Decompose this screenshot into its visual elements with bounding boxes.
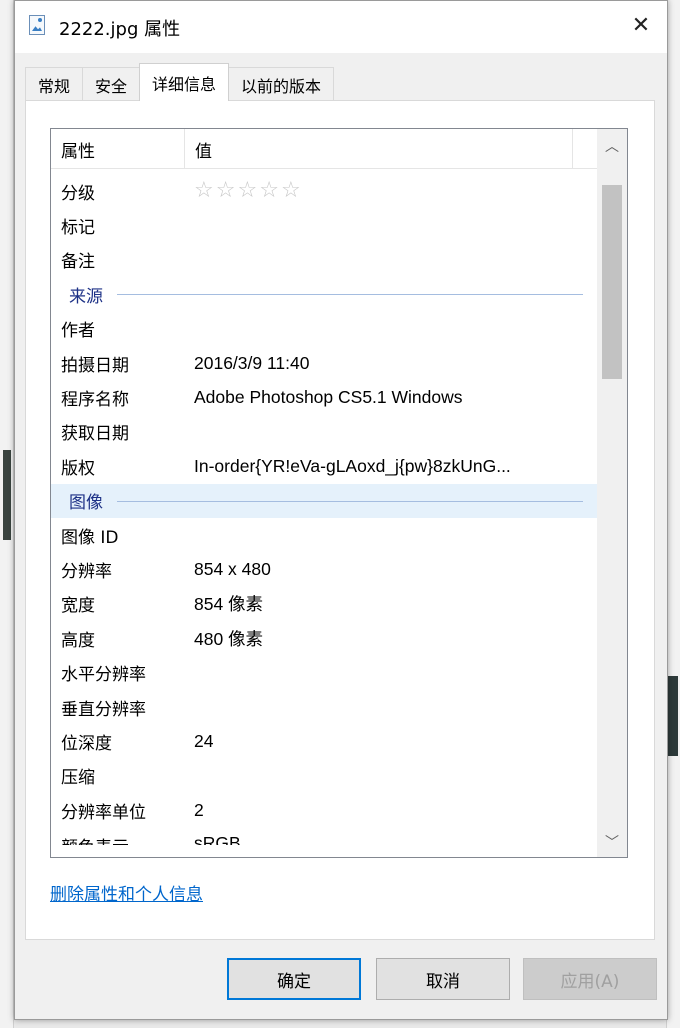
property-value[interactable]: 24: [194, 731, 213, 752]
star-icon[interactable]: ☆: [216, 180, 236, 202]
property-row[interactable]: 分辨率单位 2: [51, 793, 599, 827]
column-header-property[interactable]: 属性: [51, 129, 185, 169]
property-name: 拍摄日期: [61, 355, 129, 376]
property-name: 标记: [61, 218, 95, 239]
property-name: 分级: [61, 183, 95, 204]
property-name: 颜色表示: [61, 833, 129, 845]
property-name: 版权: [61, 458, 95, 479]
property-value[interactable]: sRGB: [194, 833, 241, 845]
property-name: 分辨率: [61, 561, 112, 582]
property-list[interactable]: 属性 值 分级 ☆ ☆ ☆ ☆ ☆ 标记 备注 来源 作者 拍摄日期 2016/3/9 11:40 程序…: [50, 128, 628, 858]
property-name: 图像 ID: [61, 527, 119, 548]
close-button[interactable]: ✕: [615, 1, 667, 49]
scroll-down-arrow-icon[interactable]: ﹀: [597, 827, 627, 857]
property-row[interactable]: 程序名称 Adobe Photoshop CS5.1 Windows: [51, 380, 599, 414]
cancel-button[interactable]: 取消: [376, 958, 510, 1000]
remove-properties-link[interactable]: 删除属性和个人信息: [50, 880, 203, 905]
property-value[interactable]: 854 像素: [194, 591, 263, 616]
property-row[interactable]: 高度 480 像素: [51, 621, 599, 655]
property-value[interactable]: 480 像素: [194, 626, 263, 651]
tab-general[interactable]: 常规: [25, 67, 84, 101]
window-title: 2222.jpg 属性: [59, 19, 181, 40]
property-row[interactable]: 拍摄日期 2016/3/9 11:40: [51, 346, 599, 380]
scrollbar-thumb[interactable]: [602, 185, 622, 379]
tab-security[interactable]: 安全: [82, 67, 141, 101]
star-icon[interactable]: ☆: [281, 180, 301, 202]
property-value[interactable]: Adobe Photoshop CS5.1 Windows: [194, 387, 463, 408]
property-name: 压缩: [61, 768, 95, 789]
ok-button[interactable]: 确定: [227, 958, 361, 1000]
group-divider: [117, 294, 583, 296]
property-value[interactable]: 2016/3/9 11:40: [194, 353, 309, 374]
property-row[interactable]: 分辨率 854 x 480: [51, 552, 599, 586]
star-icon[interactable]: ☆: [194, 180, 214, 202]
property-name: 位深度: [61, 733, 112, 754]
property-value[interactable]: In-order{YR!eVa-gLAoxd_j{pw}8zkUnG...: [194, 456, 511, 477]
group-name: 来源: [69, 286, 103, 307]
tab-details[interactable]: 详细信息: [139, 63, 230, 101]
property-row[interactable]: 版权 In-order{YR!eVa-gLAoxd_j{pw}8zkUnG...: [51, 449, 599, 483]
tab-previous-versions[interactable]: 以前的版本: [228, 67, 335, 101]
property-row[interactable]: 标记: [51, 208, 599, 242]
property-name: 作者: [61, 321, 95, 342]
list-header: 属性 值: [51, 129, 599, 169]
properties-dialog: 2222.jpg 属性 ✕ 常规 安全 详细信息 以前的版本 属性 值 分级 ☆ ☆…: [14, 0, 668, 1020]
property-name: 宽度: [61, 596, 95, 617]
property-value[interactable]: 2: [194, 800, 204, 821]
property-rows: 分级 ☆ ☆ ☆ ☆ ☆ 标记 备注 来源 作者 拍摄日期 2016/3/9 11:40 程序名称 Ado…: [51, 174, 599, 845]
background-thumbnail: [668, 676, 678, 756]
property-name: 备注: [61, 252, 95, 273]
tab-strip: 常规 安全 详细信息 以前的版本: [25, 63, 335, 101]
property-value[interactable]: 854 x 480: [194, 559, 271, 580]
apply-button[interactable]: 应用(A): [523, 958, 657, 1000]
property-name: 分辨率单位: [61, 802, 146, 823]
title-bar[interactable]: 2222.jpg 属性 ✕: [15, 1, 667, 53]
property-row[interactable]: 备注: [51, 243, 599, 277]
group-divider: [117, 500, 583, 502]
property-row[interactable]: 宽度 854 像素: [51, 587, 599, 621]
property-name: 获取日期: [61, 424, 129, 445]
group-header-row[interactable]: 图像: [51, 483, 599, 518]
close-icon: ✕: [631, 12, 651, 38]
group-name: 图像: [69, 493, 103, 514]
property-name: 垂直分辨率: [61, 699, 146, 720]
property-row[interactable]: 分级 ☆ ☆ ☆ ☆ ☆: [51, 174, 599, 208]
star-icon[interactable]: ☆: [259, 180, 279, 202]
column-header-value[interactable]: 值: [185, 129, 573, 169]
details-page: 属性 值 分级 ☆ ☆ ☆ ☆ ☆ 标记 备注 来源 作者 拍摄日期 2016/3/9 11:40 程序…: [25, 100, 655, 940]
property-name: 高度: [61, 630, 95, 651]
property-row[interactable]: 作者: [51, 312, 599, 346]
property-name: 水平分辨率: [61, 665, 146, 686]
background-window-right: [666, 0, 680, 1028]
group-header-row[interactable]: 来源: [51, 277, 599, 311]
property-row[interactable]: 压缩: [51, 759, 599, 793]
property-row[interactable]: 颜色表示 sRGB: [51, 827, 599, 845]
background-thumbnail: [3, 450, 11, 540]
vertical-scrollbar[interactable]: ︿ ﹀: [597, 129, 627, 857]
property-row[interactable]: 图像 ID: [51, 518, 599, 552]
property-name: 程序名称: [61, 390, 129, 411]
property-row[interactable]: 获取日期: [51, 415, 599, 449]
property-row[interactable]: 垂直分辨率: [51, 690, 599, 724]
property-row[interactable]: 水平分辨率: [51, 655, 599, 689]
star-icon[interactable]: ☆: [237, 180, 257, 202]
rating-stars[interactable]: ☆ ☆ ☆ ☆ ☆: [194, 180, 301, 202]
image-file-icon: [29, 15, 45, 35]
background-window-left: [0, 0, 14, 1028]
scroll-up-arrow-icon[interactable]: ︿: [597, 131, 627, 161]
property-row[interactable]: 位深度 24: [51, 724, 599, 758]
